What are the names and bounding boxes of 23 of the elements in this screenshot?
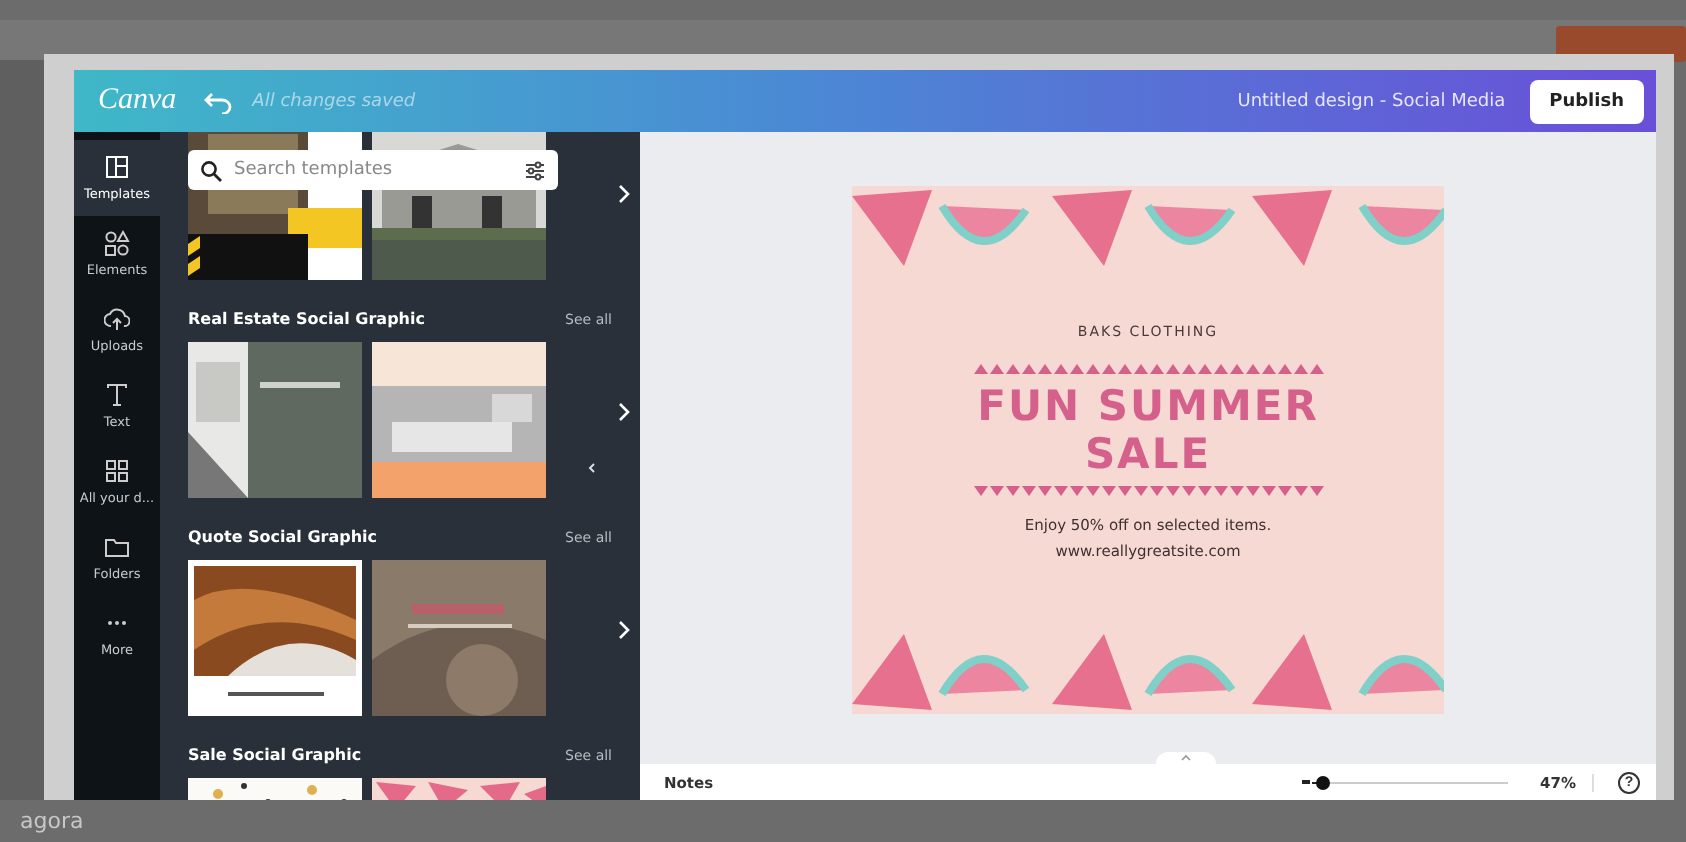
- save-status: All changes saved: [252, 91, 418, 111]
- section-title: Real Estate Social Graphic: [188, 310, 425, 328]
- minus-icon: [1302, 780, 1311, 784]
- search-field[interactable]: Search templates: [188, 150, 558, 190]
- undo-icon[interactable]: [204, 89, 233, 113]
- shapes-icon: [104, 230, 130, 256]
- grid-icon: [104, 458, 130, 484]
- slider-thumb[interactable]: [1315, 775, 1330, 789]
- chevron-right-icon[interactable]: [618, 402, 630, 422]
- chevron-right-icon[interactable]: [618, 184, 630, 204]
- cloud-upload-icon: [104, 306, 130, 332]
- section-title: Quote Social Graphic: [188, 528, 378, 546]
- section-title: Sale Social Graphic: [188, 746, 362, 764]
- filter-icon[interactable]: [524, 159, 546, 181]
- text-icon: [104, 382, 130, 408]
- publish-button[interactable]: Publish: [1529, 79, 1644, 123]
- brand-logo: agora: [20, 808, 84, 834]
- chevron-right-icon[interactable]: [618, 620, 630, 640]
- layout-icon: [104, 154, 130, 180]
- folder-icon: [104, 534, 130, 560]
- design-title[interactable]: Untitled design - Social Media: [1237, 91, 1506, 111]
- headline: FUN SUMMER SALE: [975, 382, 1321, 478]
- search-icon: [200, 159, 222, 181]
